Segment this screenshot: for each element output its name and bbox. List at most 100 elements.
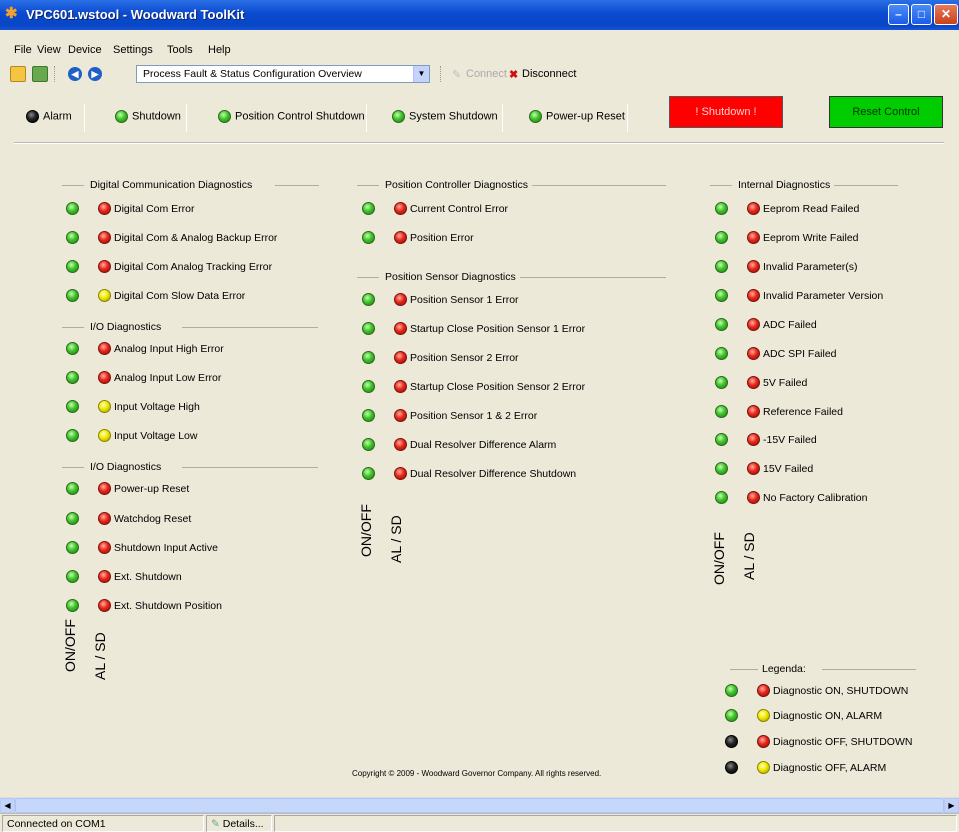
details-button[interactable]: ✎ Details... bbox=[206, 815, 272, 832]
onoff-led-icon[interactable] bbox=[362, 202, 375, 215]
reset-control-button[interactable]: Reset Control bbox=[829, 96, 943, 128]
alsd-led-icon[interactable] bbox=[747, 231, 760, 244]
group-title-io: I/O Diagnostics bbox=[90, 321, 162, 333]
onoff-led-icon[interactable] bbox=[362, 231, 375, 244]
alsd-led-icon[interactable] bbox=[747, 347, 760, 360]
onoff-led-icon[interactable] bbox=[66, 202, 79, 215]
onoff-led-icon[interactable] bbox=[66, 231, 79, 244]
alsd-led-icon[interactable] bbox=[98, 541, 111, 554]
onoff-led-icon[interactable] bbox=[66, 371, 79, 384]
onoff-led-icon[interactable] bbox=[715, 289, 728, 302]
onoff-led-icon[interactable] bbox=[715, 433, 728, 446]
onoff-led-icon[interactable] bbox=[362, 438, 375, 451]
maximize-button[interactable]: □ bbox=[911, 4, 932, 25]
onoff-led-icon[interactable] bbox=[66, 512, 79, 525]
alsd-led-icon[interactable] bbox=[394, 409, 407, 422]
scroll-left-icon[interactable]: ◀ bbox=[0, 798, 15, 813]
alsd-led-icon[interactable] bbox=[747, 405, 760, 418]
alsd-led-icon[interactable] bbox=[747, 376, 760, 389]
alsd-led-icon[interactable] bbox=[747, 202, 760, 215]
window-title: VPC601.wstool - Woodward ToolKit bbox=[26, 7, 245, 22]
alsd-led-icon[interactable] bbox=[394, 438, 407, 451]
onoff-led-icon[interactable] bbox=[362, 409, 375, 422]
alsd-led-icon[interactable] bbox=[98, 429, 111, 442]
onoff-led-icon[interactable] bbox=[66, 541, 79, 554]
alsd-led-icon[interactable] bbox=[98, 371, 111, 384]
alsd-led-icon[interactable] bbox=[98, 599, 111, 612]
onoff-led-icon[interactable] bbox=[66, 570, 79, 583]
status-system-shutdown: System Shutdown bbox=[392, 110, 498, 123]
onoff-led-icon[interactable] bbox=[715, 462, 728, 475]
divider bbox=[502, 104, 503, 132]
onoff-led-icon[interactable] bbox=[66, 342, 79, 355]
alsd-led-icon[interactable] bbox=[747, 318, 760, 331]
alsd-led-icon[interactable] bbox=[747, 462, 760, 475]
disconnect-button[interactable]: Disconnect bbox=[522, 68, 576, 80]
menu-settings[interactable]: Settings bbox=[113, 44, 153, 56]
scroll-right-icon[interactable]: ▶ bbox=[944, 798, 959, 813]
alsd-led-icon[interactable] bbox=[394, 380, 407, 393]
alsd-led-icon[interactable] bbox=[394, 351, 407, 364]
back-icon[interactable]: ◀ bbox=[68, 67, 82, 81]
onoff-led-icon[interactable] bbox=[66, 482, 79, 495]
onoff-led-icon[interactable] bbox=[362, 351, 375, 364]
shutdown-led-icon bbox=[115, 110, 128, 123]
onoff-led-icon[interactable] bbox=[715, 405, 728, 418]
status-powerup-reset: Power-up Reset bbox=[529, 110, 625, 123]
scroll-thumb[interactable] bbox=[15, 798, 944, 813]
onoff-led-icon[interactable] bbox=[715, 231, 728, 244]
onoff-led-icon[interactable] bbox=[66, 599, 79, 612]
onoff-led-icon[interactable] bbox=[362, 322, 375, 335]
alsd-led-icon[interactable] bbox=[98, 342, 111, 355]
onoff-led-icon[interactable] bbox=[66, 400, 79, 413]
onoff-led-icon[interactable] bbox=[715, 260, 728, 273]
menu-device[interactable]: Device bbox=[68, 44, 102, 56]
onoff-led-icon[interactable] bbox=[715, 376, 728, 389]
alsd-led-icon[interactable] bbox=[98, 202, 111, 215]
chevron-down-icon[interactable]: ▼ bbox=[413, 66, 429, 82]
shutdown-button[interactable]: ! Shutdown ! bbox=[669, 96, 783, 128]
onoff-led-icon[interactable] bbox=[362, 467, 375, 480]
alsd-led-icon[interactable] bbox=[98, 570, 111, 583]
alsd-led-icon[interactable] bbox=[747, 491, 760, 504]
tool-icon[interactable] bbox=[32, 66, 48, 82]
menu-help[interactable]: Help bbox=[208, 44, 231, 56]
close-button[interactable]: ✕ bbox=[934, 4, 958, 25]
alsd-led-icon[interactable] bbox=[747, 289, 760, 302]
alsd-led-icon[interactable] bbox=[747, 433, 760, 446]
alsd-led-icon[interactable] bbox=[98, 482, 111, 495]
group-line bbox=[834, 185, 898, 186]
menu-view[interactable]: View bbox=[37, 44, 61, 56]
alsd-led-icon[interactable] bbox=[394, 293, 407, 306]
minimize-button[interactable]: – bbox=[888, 4, 909, 25]
alsd-led-icon[interactable] bbox=[98, 400, 111, 413]
alsd-led-icon[interactable] bbox=[747, 260, 760, 273]
onoff-led-icon[interactable] bbox=[715, 491, 728, 504]
page-select[interactable]: Process Fault & Status Configuration Ove… bbox=[136, 65, 430, 83]
alsd-led-icon[interactable] bbox=[98, 289, 111, 302]
onoff-led-icon[interactable] bbox=[715, 318, 728, 331]
group-title-internal: Internal Diagnostics bbox=[738, 179, 831, 191]
horizontal-scrollbar[interactable]: ◀ ▶ bbox=[0, 797, 959, 813]
onoff-led-icon[interactable] bbox=[362, 380, 375, 393]
onoff-led-icon[interactable] bbox=[66, 429, 79, 442]
alsd-led-icon[interactable] bbox=[394, 231, 407, 244]
connect-button[interactable]: Connect bbox=[466, 68, 507, 80]
onoff-led-icon[interactable] bbox=[362, 293, 375, 306]
status-row: Alarm Shutdown Position Control Shutdown… bbox=[14, 96, 959, 138]
alsd-led-icon[interactable] bbox=[98, 231, 111, 244]
alsd-led-icon[interactable] bbox=[98, 260, 111, 273]
alsd-led-icon[interactable] bbox=[394, 202, 407, 215]
open-folder-icon[interactable] bbox=[10, 66, 26, 82]
onoff-led-icon[interactable] bbox=[715, 347, 728, 360]
forward-icon[interactable]: ▶ bbox=[88, 67, 102, 81]
alsd-led-icon[interactable] bbox=[98, 512, 111, 525]
menu-tools[interactable]: Tools bbox=[167, 44, 193, 56]
alsd-led-icon[interactable] bbox=[394, 467, 407, 480]
alsd-led-icon[interactable] bbox=[394, 322, 407, 335]
onoff-led-icon[interactable] bbox=[715, 202, 728, 215]
onoff-led-icon[interactable] bbox=[66, 289, 79, 302]
powerup-reset-led-icon bbox=[529, 110, 542, 123]
menu-file[interactable]: File bbox=[14, 44, 32, 56]
onoff-led-icon[interactable] bbox=[66, 260, 79, 273]
